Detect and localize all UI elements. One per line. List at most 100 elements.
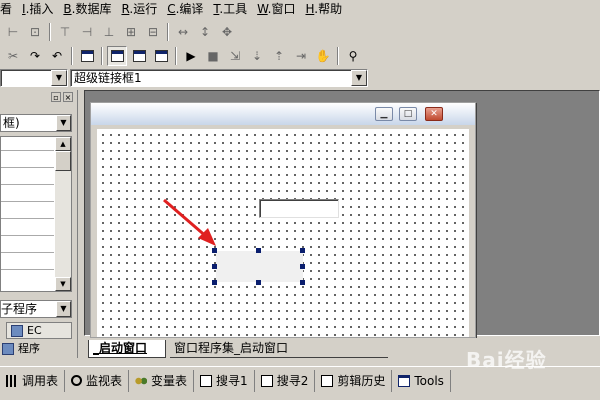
library-icon	[11, 324, 23, 337]
form-view-icon[interactable]	[107, 46, 127, 66]
redo-icon[interactable]: ↷	[25, 46, 45, 66]
chevron-down-icon[interactable]: ▼	[51, 70, 67, 86]
close-icon[interactable]: ✕	[425, 107, 443, 121]
menu-view[interactable]: 看	[0, 0, 17, 19]
selection-handle[interactable]	[256, 248, 261, 253]
tab-call-table[interactable]: 调用表	[0, 369, 66, 392]
stop-icon[interactable]: ■	[203, 46, 223, 66]
step-out-icon[interactable]: ⇡	[269, 46, 289, 66]
tab-window-assembly[interactable]: 窗口程序集_启动窗口	[170, 340, 388, 358]
toolbar-separator	[71, 47, 73, 65]
toolbar-separator	[49, 23, 51, 41]
selection-handle[interactable]	[256, 280, 261, 285]
run-icon[interactable]: ▶	[181, 46, 201, 66]
list-row[interactable]	[1, 167, 54, 168]
menu-compile-label: .编译	[175, 2, 204, 16]
list-row[interactable]	[1, 184, 54, 185]
cut-icon[interactable]: ✂	[3, 46, 23, 66]
selection-handle[interactable]	[212, 280, 217, 285]
split-view-icon[interactable]	[151, 46, 171, 66]
menu-insert[interactable]: I.插入	[17, 0, 58, 19]
same-height-icon[interactable]: ⊟	[143, 22, 163, 42]
code-view-icon[interactable]	[129, 46, 149, 66]
float-icon[interactable]: ▫	[51, 92, 61, 102]
vertical-scrollbar[interactable]: ▲ ▼	[55, 137, 71, 291]
object-name-combo[interactable]: 超级链接框1 ▼	[70, 69, 368, 87]
tab-clip-history[interactable]: 剪辑历史	[315, 369, 393, 392]
tab-watch-table[interactable]: 监视表	[65, 369, 130, 392]
subroutine-combo[interactable]: 子程序 ▼	[0, 300, 72, 318]
menu-tools[interactable]: T.工具	[208, 0, 252, 19]
form-designer-window[interactable]: ▁ □ ✕	[90, 102, 476, 338]
menu-compile[interactable]: C.编译	[162, 0, 208, 19]
chevron-down-icon[interactable]: ▼	[56, 115, 71, 131]
object-type-combo[interactable]: ▼	[0, 69, 68, 87]
selection-handle[interactable]	[300, 248, 305, 253]
step-over-icon[interactable]: ⇲	[225, 46, 245, 66]
menu-tools-label: .工具	[219, 2, 248, 16]
edit-box-control[interactable]	[259, 199, 339, 218]
tab-search-1[interactable]: 搜寻1	[194, 369, 255, 392]
form-window-titlebar[interactable]: ▁ □ ✕	[91, 103, 475, 125]
chevron-down-icon[interactable]: ▼	[56, 301, 71, 317]
property-object-combo-value: 框)	[3, 116, 20, 130]
selection-handle[interactable]	[300, 264, 305, 269]
selection-handle[interactable]	[212, 248, 217, 253]
clipboard-icon	[321, 374, 334, 387]
menu-database[interactable]: B.数据库	[58, 0, 116, 19]
h-space-icon[interactable]: ↔	[173, 22, 193, 42]
toolbar-layout: ⊢ ⊡ ⊤ ⊣ ⊥ ⊞ ⊟ ↔ ↕ ✥	[0, 20, 600, 44]
v-space-icon[interactable]: ↕	[195, 22, 215, 42]
same-width-icon[interactable]: ⊞	[121, 22, 141, 42]
menu-run[interactable]: R.运行	[116, 0, 162, 19]
tab-search-2[interactable]: 搜寻2	[255, 369, 316, 392]
form-canvas[interactable]	[97, 129, 469, 337]
list-row[interactable]	[1, 150, 54, 151]
center-icon[interactable]: ✥	[217, 22, 237, 42]
property-object-combo[interactable]: 框) ▼	[0, 114, 72, 132]
menu-view-label: 看	[0, 2, 13, 16]
tab-program[interactable]: 程序	[0, 340, 72, 357]
tab-tools-label: Tools	[414, 373, 444, 388]
scroll-down-icon[interactable]: ▼	[55, 277, 71, 291]
align-left-icon[interactable]: ⊢	[3, 22, 23, 42]
tab-variable-table[interactable]: 变量表	[129, 369, 195, 392]
tab-variable-table-label: 变量表	[151, 374, 188, 388]
align-bottom-icon[interactable]: ⊥	[99, 22, 119, 42]
undo-icon[interactable]: ↶	[47, 46, 67, 66]
scroll-up-icon[interactable]: ▲	[55, 137, 71, 151]
menu-database-label: .数据库	[71, 2, 112, 16]
hand-icon[interactable]: ✋	[313, 46, 333, 66]
minimize-icon[interactable]: ▁	[375, 107, 393, 121]
list-row[interactable]	[1, 269, 54, 270]
tab-ec-label: EC	[27, 323, 42, 337]
property-list[interactable]: ▲ ▼	[0, 136, 72, 292]
selection-handle[interactable]	[212, 264, 217, 269]
selection-handle[interactable]	[300, 280, 305, 285]
list-row[interactable]	[1, 235, 54, 236]
list-row[interactable]	[1, 218, 54, 219]
align-middle-icon[interactable]: ⊣	[77, 22, 97, 42]
group-icon[interactable]: ⊡	[25, 22, 45, 42]
menu-window[interactable]: W.窗口	[252, 0, 300, 19]
tab-call-table-label: 调用表	[22, 374, 59, 388]
code-view-icon-shape	[132, 50, 146, 62]
scroll-thumb[interactable]	[55, 151, 71, 171]
chevron-down-icon[interactable]: ▼	[351, 70, 367, 86]
list-row[interactable]	[1, 201, 54, 202]
run-to-cursor-icon[interactable]: ⇥	[291, 46, 311, 66]
close-icon[interactable]: ×	[63, 92, 73, 102]
maximize-icon[interactable]: □	[399, 107, 417, 121]
find-icon[interactable]: ⚲	[343, 46, 363, 66]
align-top-icon[interactable]: ⊤	[55, 22, 75, 42]
menu-help[interactable]: H.帮助	[300, 0, 347, 19]
tab-tools[interactable]: Tools	[392, 369, 451, 392]
menu-compile-accel: C	[167, 2, 176, 16]
list-row[interactable]	[1, 252, 54, 253]
tab-startup-window[interactable]: _启动窗口	[88, 340, 166, 358]
tab-ec[interactable]: EC	[6, 322, 72, 339]
properties-icon[interactable]	[77, 46, 97, 66]
step-into-icon[interactable]: ⇣	[247, 46, 267, 66]
hyperlink-control[interactable]	[216, 251, 303, 282]
program-icon	[2, 342, 14, 355]
